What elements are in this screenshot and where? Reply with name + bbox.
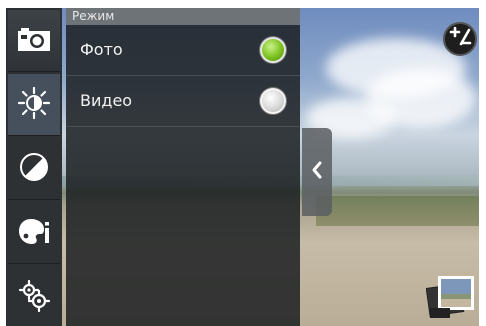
radio-unselected-icon[interactable] — [260, 88, 286, 114]
sidebar-item-contrast[interactable] — [8, 138, 60, 200]
chevron-left-icon — [310, 160, 324, 184]
exposure-icon — [448, 25, 472, 53]
menu-option-label: Фото — [80, 40, 123, 59]
mode-menu: Режим Фото Видео — [66, 8, 300, 326]
contrast-icon — [18, 151, 50, 187]
menu-option-photo[interactable]: Фото — [66, 26, 300, 76]
camera-screen: Режим Фото Видео — [6, 8, 479, 326]
sidebar-item-settings[interactable] — [8, 266, 60, 326]
brightness-icon — [17, 86, 51, 124]
sidebar-item-mode[interactable] — [8, 10, 60, 72]
settings-gears-icon — [17, 278, 51, 316]
collapse-menu-button[interactable] — [302, 128, 332, 216]
menu-option-label: Видео — [80, 91, 133, 110]
sidebar-item-brightness[interactable] — [8, 74, 60, 136]
menu-option-video[interactable]: Видео — [66, 77, 300, 127]
menu-header: Режим — [66, 8, 300, 25]
camera-icon — [17, 26, 51, 56]
gallery-thumbnail[interactable] — [425, 274, 476, 322]
radio-selected-icon[interactable] — [260, 37, 286, 63]
camera-sidebar — [6, 8, 62, 326]
exposure-button[interactable] — [443, 22, 477, 56]
sidebar-item-effects[interactable] — [8, 202, 60, 264]
effects-icon — [17, 216, 51, 250]
